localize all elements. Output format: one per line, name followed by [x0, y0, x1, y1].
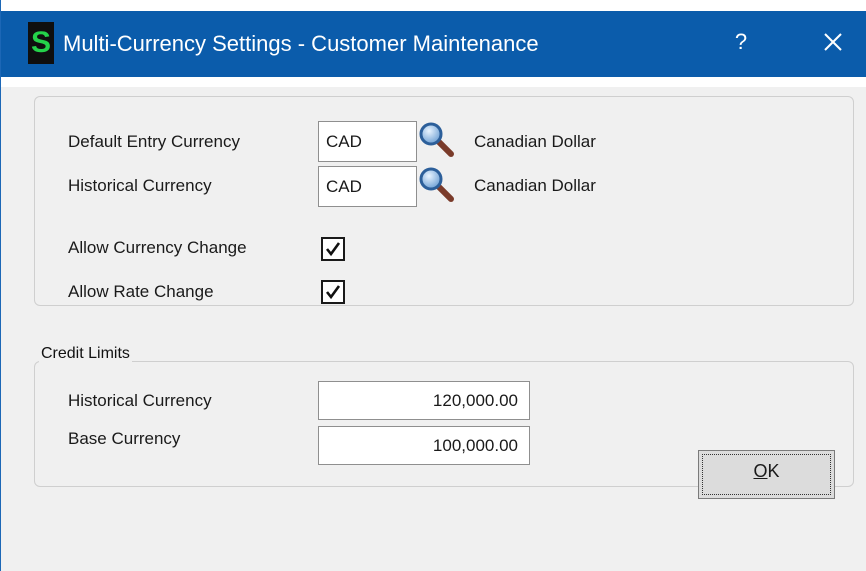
credit-historical-currency-input[interactable]: 120,000.00 [318, 381, 530, 420]
magnifier-icon [419, 122, 454, 157]
app-logo-icon: S [28, 22, 54, 64]
credit-base-currency-label: Base Currency [68, 429, 181, 448]
checkmark-icon [325, 285, 341, 300]
magnifier-icon [419, 167, 454, 202]
help-button[interactable]: ? [727, 24, 755, 60]
historical-currency-input[interactable]: CAD [318, 166, 417, 207]
ok-button[interactable]: OK [698, 450, 835, 499]
allow-rate-change-checkbox[interactable] [321, 280, 345, 304]
ok-button-label: OK [699, 451, 834, 498]
allow-rate-change-label: Allow Rate Change [68, 282, 214, 301]
close-icon [824, 33, 842, 51]
dialog-window: S Multi-Currency Settings - Customer Mai… [0, 0, 866, 571]
default-entry-currency-lookup-button[interactable] [418, 121, 456, 159]
close-button[interactable] [817, 24, 849, 60]
credit-base-currency-input[interactable]: 100,000.00 [318, 426, 530, 465]
checkmark-icon [325, 242, 341, 257]
default-entry-currency-description: Canadian Dollar [474, 132, 596, 151]
historical-currency-label: Historical Currency [68, 176, 212, 195]
dialog-body: Default Entry Currency CAD Canadian Doll… [1, 87, 866, 571]
credit-limits-caption: Credit Limits [39, 345, 132, 363]
title-bar: S Multi-Currency Settings - Customer Mai… [1, 0, 866, 87]
ok-label-rest: K [767, 461, 780, 481]
default-entry-currency-input[interactable]: CAD [318, 121, 417, 162]
allow-currency-change-checkbox[interactable] [321, 237, 345, 261]
credit-historical-currency-label: Historical Currency [68, 391, 212, 410]
allow-currency-change-label: Allow Currency Change [68, 238, 247, 257]
historical-currency-lookup-button[interactable] [418, 166, 456, 204]
ok-mnemonic: O [753, 461, 768, 481]
default-entry-currency-label: Default Entry Currency [68, 132, 240, 151]
historical-currency-description: Canadian Dollar [474, 176, 596, 195]
title-bar-band: S Multi-Currency Settings - Customer Mai… [1, 11, 866, 77]
window-title: Multi-Currency Settings - Customer Maint… [63, 31, 539, 56]
